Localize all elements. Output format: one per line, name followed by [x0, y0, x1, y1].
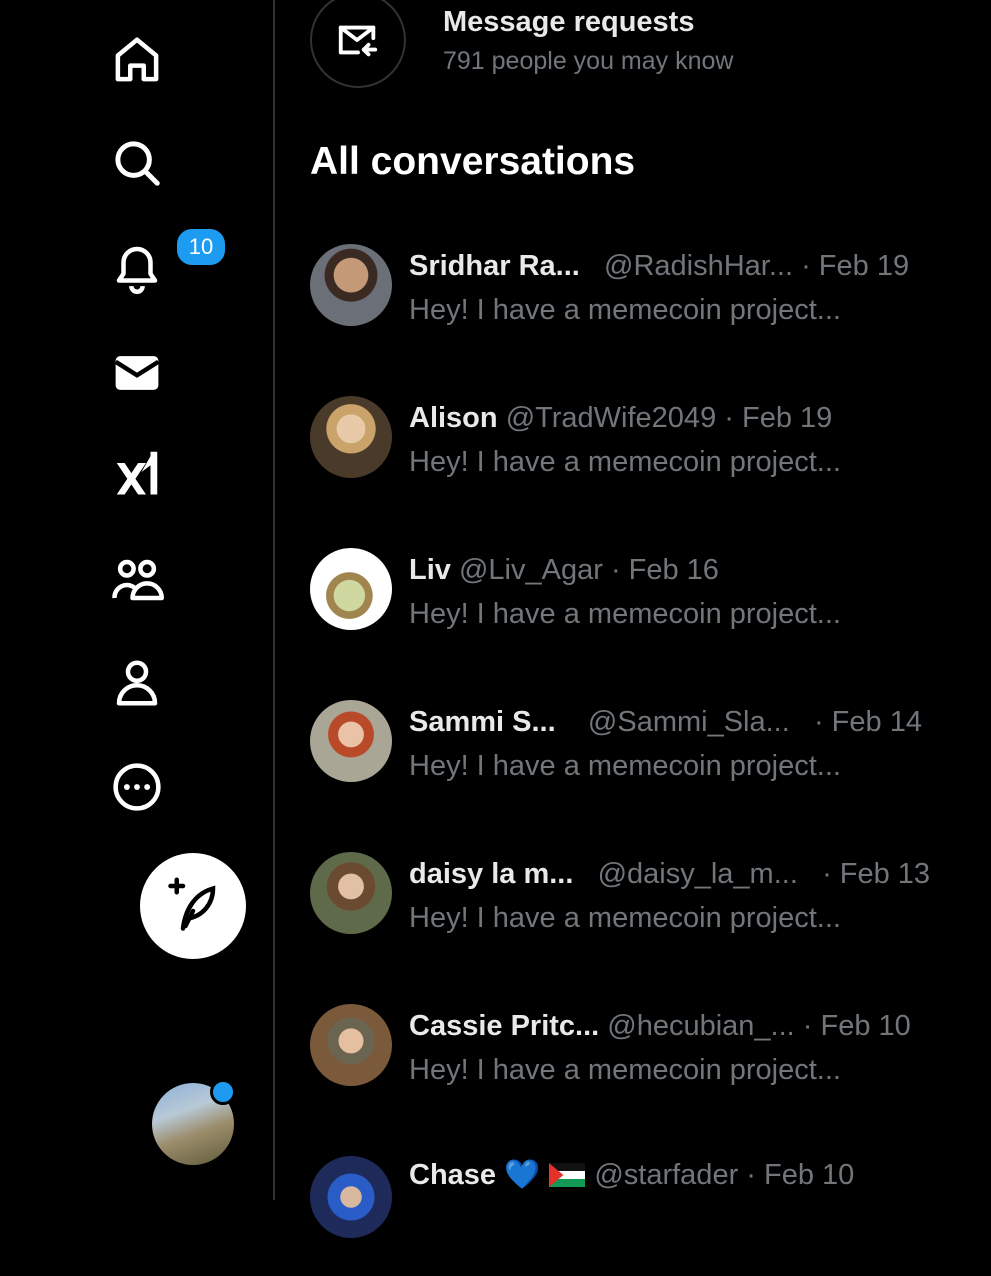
- nav-communities[interactable]: [97, 540, 177, 620]
- conversation-item[interactable]: Alison @TradWife2049 · Feb 19 Hey! I hav…: [310, 396, 970, 516]
- conversation-handle: @RadishHar...: [604, 250, 794, 282]
- conversation-name: Alison: [409, 402, 498, 434]
- search-icon: [115, 141, 160, 186]
- conversation-item[interactable]: Chase 💙 @starfader · Feb 10: [310, 1156, 970, 1276]
- conversation-handle: @daisy_la_m...: [597, 858, 798, 890]
- section-title: All conversations: [310, 140, 636, 183]
- nav-home[interactable]: [97, 20, 177, 100]
- conversation-name: Liv: [409, 554, 451, 586]
- compose-icon: [168, 877, 216, 931]
- conversation-preview: Hey! I have a memecoin project...: [409, 902, 841, 934]
- nav-profile[interactable]: [97, 643, 177, 723]
- conversation-name: Cassie Pritc...: [409, 1010, 600, 1042]
- avatar: [310, 1156, 392, 1238]
- avatar: [310, 852, 392, 934]
- conversation-date: · Feb 14: [813, 706, 922, 738]
- conversation-date: · Feb 16: [610, 554, 719, 586]
- more-icon: [113, 763, 161, 811]
- nav-more[interactable]: [97, 747, 177, 827]
- conversation-name: Sammi S...: [409, 706, 556, 738]
- conversation-date: · Feb 19: [801, 250, 910, 282]
- message-requests-title[interactable]: Message requests: [443, 6, 694, 39]
- nav-grok[interactable]: [97, 432, 177, 512]
- conversation-name: Chase: [409, 1159, 497, 1191]
- compose-button[interactable]: [140, 853, 246, 959]
- conversation-handle: @TradWife2049: [505, 402, 717, 434]
- conversation-handle: @starfader: [594, 1159, 739, 1191]
- blue-heart-icon: 💙: [504, 1159, 541, 1191]
- nav-messages[interactable]: [97, 333, 177, 413]
- conversation-item[interactable]: daisy la m... @daisy_la_m... · Feb 13 He…: [310, 852, 970, 972]
- grok-icon: [116, 451, 158, 495]
- conversation-handle: @Sammi_Sla...: [587, 706, 790, 738]
- conversation-item[interactable]: Cassie Pritc... @hecubian_... · Feb 10 H…: [310, 1004, 970, 1124]
- avatar: [310, 244, 392, 326]
- message-requests-subtitle: 791 people you may know: [443, 47, 734, 75]
- palestine-flag-icon: [549, 1163, 586, 1187]
- conversation-preview: Hey! I have a memecoin project...: [409, 1054, 841, 1086]
- nav-notifications[interactable]: [97, 227, 177, 307]
- avatar: [310, 548, 392, 630]
- avatar: [310, 700, 392, 782]
- nav-explore[interactable]: [97, 123, 177, 203]
- message-request-icon: [338, 25, 378, 57]
- conversation-preview: Hey! I have a memecoin project...: [409, 294, 841, 326]
- avatar: [310, 396, 392, 478]
- profile-icon: [116, 660, 158, 706]
- conversation-preview: Hey! I have a memecoin project...: [409, 750, 841, 782]
- conversation-name: Sridhar Ra...: [409, 250, 580, 282]
- conversation-date: · Feb 10: [802, 1010, 911, 1042]
- conversation-preview: Hey! I have a memecoin project...: [409, 446, 841, 478]
- sidebar-nav: 10: [0, 0, 275, 1200]
- mail-icon: [114, 356, 160, 390]
- message-requests-button[interactable]: [310, 0, 406, 88]
- notifications-badge: 10: [174, 226, 228, 268]
- conversation-date: · Feb 13: [822, 858, 931, 890]
- conversation-item[interactable]: Liv @Liv_Agar · Feb 16 Hey! I have a mem…: [310, 548, 970, 668]
- conversation-item[interactable]: Sammi S... @Sammi_Sla... · Feb 14 Hey! I…: [310, 700, 970, 820]
- conversation-date: · Feb 10: [746, 1159, 855, 1191]
- conversation-handle: @hecubian_...: [607, 1010, 795, 1042]
- conversation-preview: Hey! I have a memecoin project...: [409, 598, 841, 630]
- conversation-name: daisy la m...: [409, 858, 574, 890]
- avatar: [310, 1004, 392, 1086]
- account-status-dot: [210, 1079, 236, 1105]
- home-icon: [115, 37, 159, 82]
- conversation-handle: @Liv_Agar: [458, 554, 603, 586]
- bell-icon: [116, 246, 158, 294]
- conversation-date: · Feb 19: [724, 402, 833, 434]
- communities-icon: [112, 559, 164, 601]
- conversation-item[interactable]: Sridhar Ra... @RadishHar... · Feb 19 Hey…: [310, 244, 970, 364]
